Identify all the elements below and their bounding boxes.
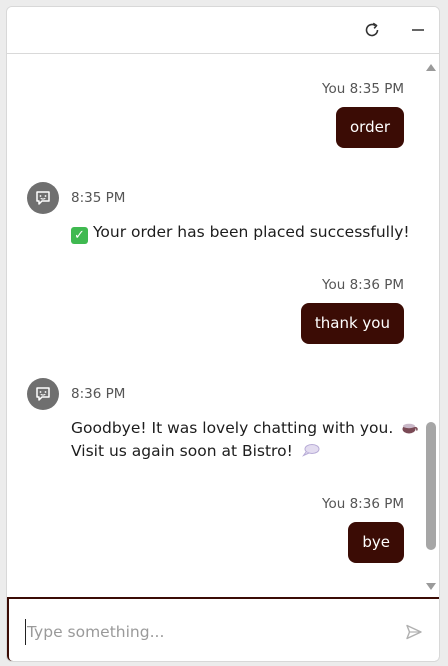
speech-bubble-emoji-icon bbox=[301, 444, 320, 457]
message-time: You 8:35 PM bbox=[322, 81, 404, 97]
scroll-down-arrow[interactable] bbox=[426, 583, 436, 590]
scroll-up-arrow[interactable] bbox=[426, 64, 436, 71]
bot-message-line: Goodbye! It was lovely chatting with you… bbox=[71, 419, 394, 437]
scrollbar-thumb[interactable] bbox=[426, 422, 436, 550]
user-message-bubble: bye bbox=[348, 522, 404, 563]
bot-avatar bbox=[27, 378, 59, 410]
refresh-button[interactable] bbox=[359, 17, 385, 43]
message-time: 8:36 PM bbox=[71, 386, 126, 402]
coffee-emoji-icon bbox=[402, 423, 418, 434]
check-emoji-icon: ✓ bbox=[71, 227, 88, 244]
bot-avatar bbox=[27, 182, 59, 214]
send-button[interactable] bbox=[403, 621, 425, 643]
chat-bot-icon bbox=[36, 191, 50, 205]
user-message-bubble: thank you bbox=[300, 303, 404, 344]
chat-header bbox=[7, 7, 439, 54]
message-time: You 8:36 PM bbox=[322, 496, 404, 512]
message-time: You 8:36 PM bbox=[322, 277, 404, 293]
chat-widget: You 8:35 PM order 8:35 PM ✓ Your order ha… bbox=[6, 6, 440, 662]
message-input[interactable] bbox=[25, 619, 389, 645]
bot-message: ✓ Your order has been placed successfully… bbox=[71, 221, 410, 244]
message-time: 8:35 PM bbox=[71, 190, 126, 206]
user-message-bubble: order bbox=[336, 107, 404, 148]
send-icon bbox=[406, 624, 422, 640]
minimize-icon bbox=[412, 29, 424, 31]
minimize-button[interactable] bbox=[405, 17, 431, 43]
message-list[interactable]: You 8:35 PM order 8:35 PM ✓ Your order ha… bbox=[7, 54, 439, 597]
bot-message-line: Visit us again soon at Bistro! bbox=[71, 442, 293, 460]
chat-bot-icon bbox=[36, 387, 50, 401]
message-composer bbox=[7, 597, 439, 661]
bot-message: Goodbye! It was lovely chatting with you… bbox=[71, 417, 419, 463]
refresh-icon bbox=[365, 22, 379, 37]
bot-message-text: Your order has been placed successfully! bbox=[93, 223, 410, 241]
